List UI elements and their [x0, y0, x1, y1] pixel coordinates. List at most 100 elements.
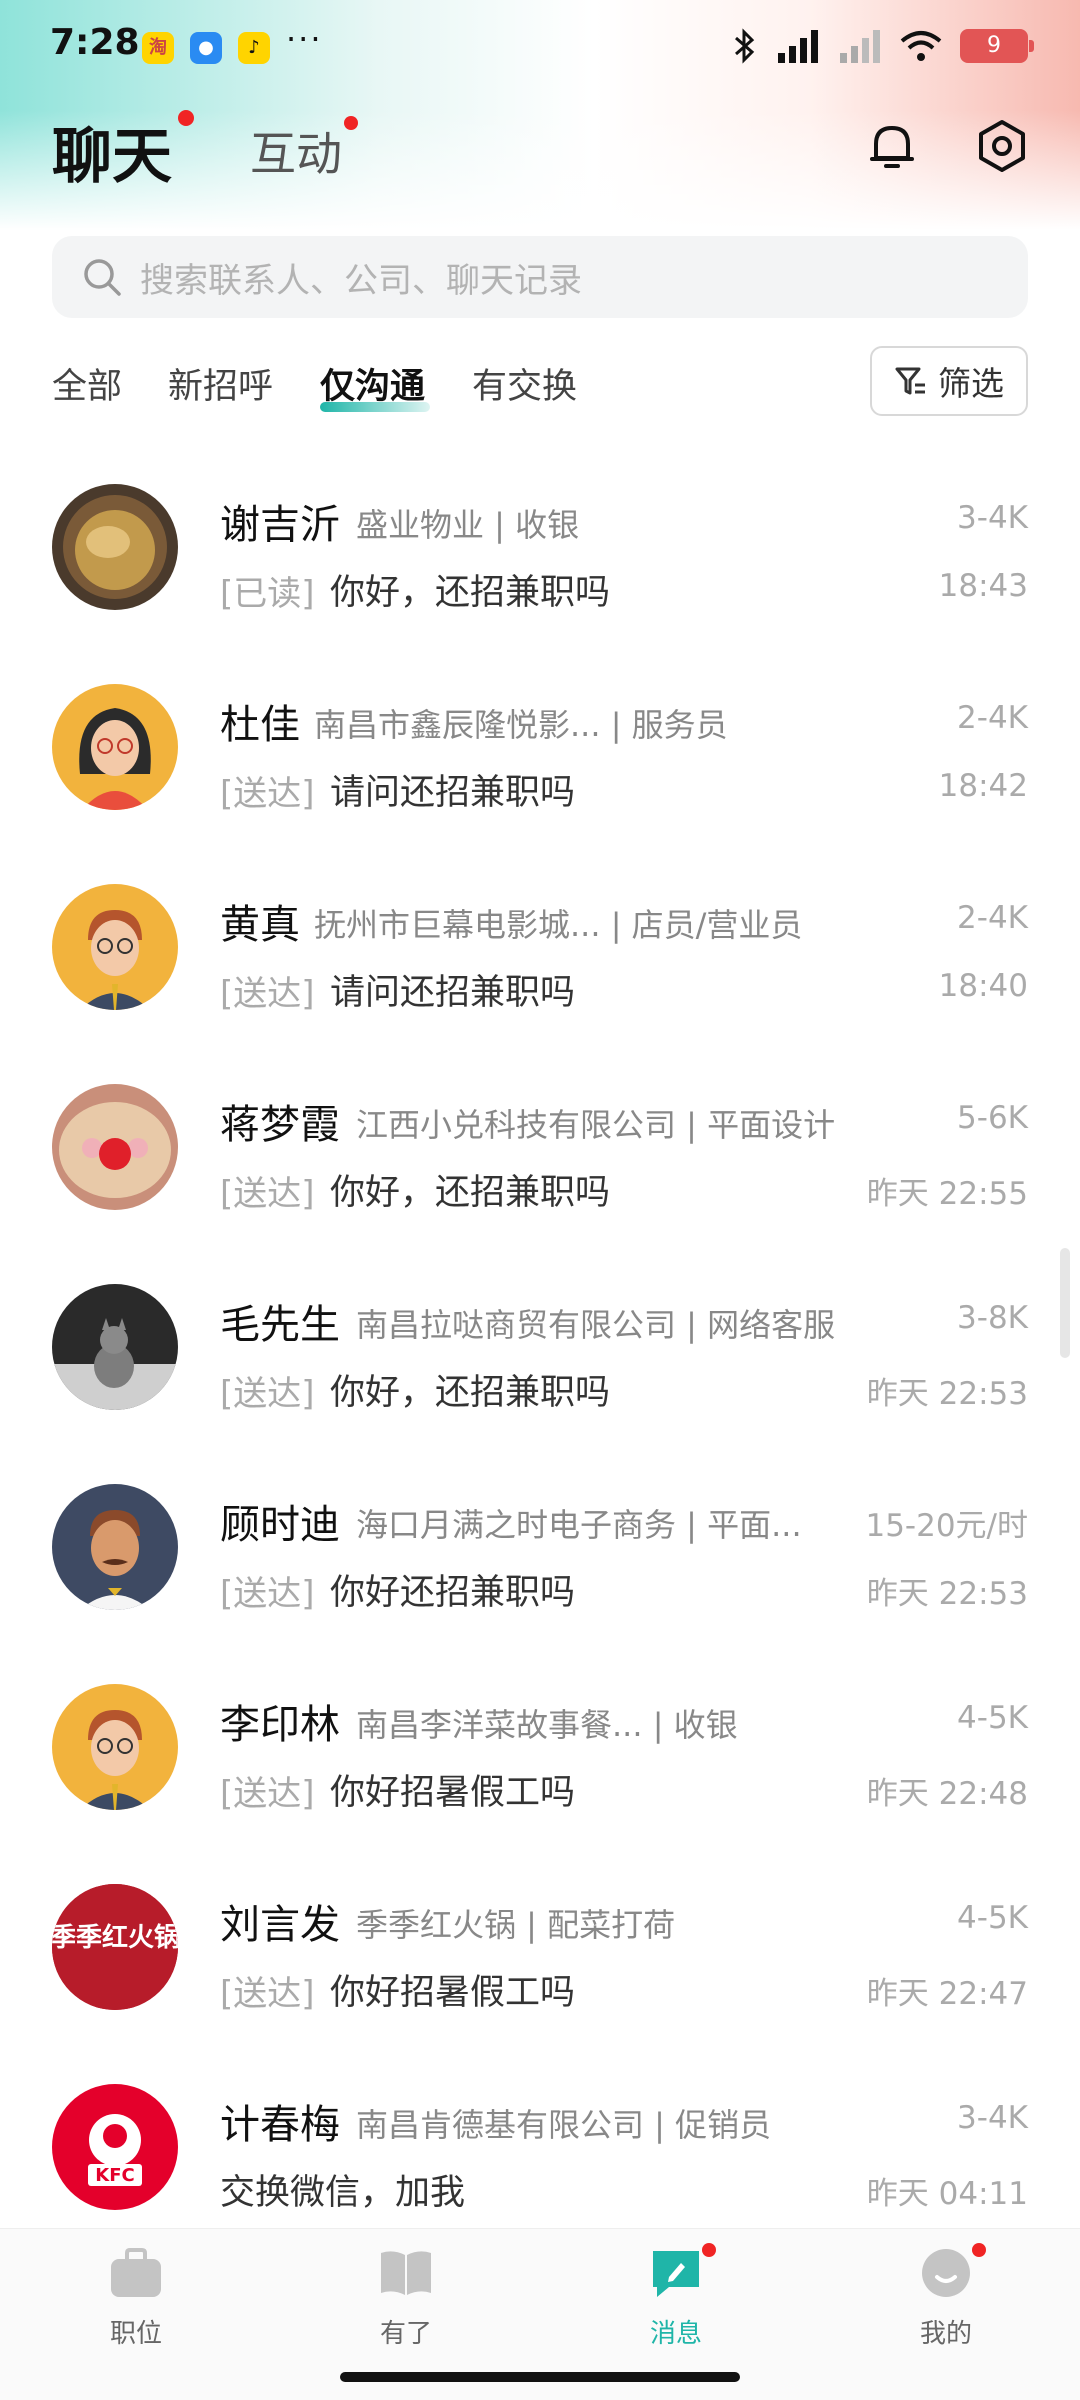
bell-icon[interactable] [862, 116, 922, 176]
salary: 3-4K [957, 2100, 1028, 2136]
company-title: 江西小兑科技有限公司 | 平面设计 [356, 1106, 836, 1144]
search-input[interactable]: 搜索联系人、公司、聊天记录 [52, 236, 1028, 318]
book-icon [381, 2251, 431, 2295]
avatar [52, 1084, 178, 1210]
nav-discover[interactable]: 有了 [336, 2247, 476, 2350]
chat-row[interactable]: 顾时迪 海口月满之时电子商务 | 平面... 15-20元/时 [送达] 你好还… [0, 1450, 1080, 1650]
message-time: 昨天 22:47 [866, 1976, 1028, 2012]
company-title: 季季红火锅 | 配菜打荷 [356, 1906, 676, 1944]
chat-row[interactable]: 蒋梦霞 江西小兑科技有限公司 | 平面设计 5-6K [送达] 你好，还招兼职吗… [0, 1050, 1080, 1250]
filter-label: 筛选 [938, 364, 1004, 403]
contact-name: 李印林 [220, 1702, 340, 1748]
read-status: [送达] [220, 1774, 315, 1814]
tab-chat-only[interactable]: 仅沟通 [320, 358, 425, 409]
filter-tabs: 全部 新招呼 仅沟通 有交换 筛选 [52, 346, 1028, 422]
chat-row[interactable]: 杜佳 南昌市鑫辰隆悦影... | 服务员 2-4K [送达] 请问还招兼职吗 1… [0, 650, 1080, 850]
home-indicator[interactable] [340, 2372, 740, 2382]
page-title[interactable]: 聊天 [52, 108, 172, 195]
page-header: 聊天 互动 [0, 96, 1080, 216]
contact-name: 毛先生 [220, 1302, 340, 1348]
salary: 3-4K [957, 500, 1028, 536]
company-title: 海口月满之时电子商务 | 平面... [356, 1506, 802, 1544]
message-time: 昨天 22:48 [866, 1776, 1028, 1812]
contact-name: 顾时迪 [220, 1502, 340, 1548]
nav-messages[interactable]: 消息 [606, 2243, 746, 2350]
salary: 4-5K [957, 1900, 1028, 1936]
last-message: 你好还招兼职吗 [330, 1573, 576, 1613]
read-status: [送达] [220, 1374, 315, 1414]
contact-name: 谢吉沂 [220, 502, 340, 548]
taobao-icon: 淘 [142, 32, 174, 64]
last-message: 你好招暑假工吗 [330, 1973, 576, 2013]
search-icon [84, 259, 121, 296]
settings-icon[interactable] [972, 116, 1032, 176]
filter-button[interactable]: 筛选 [870, 346, 1028, 416]
briefcase-icon [111, 2248, 161, 2297]
salary: 3-8K [957, 1300, 1028, 1336]
signal-icon [778, 30, 818, 63]
interaction-badge-dot [344, 116, 358, 130]
message-time: 昨天 04:11 [866, 2176, 1028, 2212]
nav-jobs[interactable]: 职位 [66, 2247, 206, 2350]
filter-icon [895, 367, 925, 395]
avatar: 季季红火锅 [52, 1884, 178, 2010]
read-status: [送达] [220, 1574, 315, 1614]
last-message: 你好，还招兼职吗 [330, 1373, 611, 1413]
message-time: 昨天 22:53 [866, 1376, 1028, 1412]
salary: 2-4K [957, 700, 1028, 736]
message-time: 18:40 [938, 968, 1028, 1004]
status-time: 7:28 [50, 22, 140, 63]
avatar-brand-text: 季季红火锅 [52, 1922, 178, 1953]
more-notifications-icon: ··· [286, 20, 323, 58]
tab-interaction[interactable]: 互动 [250, 118, 342, 184]
salary: 15-20元/时 [865, 1508, 1028, 1544]
message-time: 18:42 [938, 768, 1028, 804]
contact-name: 刘言发 [220, 1902, 340, 1948]
chat-list: 谢吉沂 盛业物业 | 收银 3-4K [已读] 你好，还招兼职吗 18:43 杜… [0, 450, 1080, 2250]
salary: 4-5K [957, 1700, 1028, 1736]
bluetooth-icon [735, 28, 755, 64]
chat-row[interactable]: 毛先生 南昌拉哒商贸有限公司 | 网络客服 3-8K [送达] 你好，还招兼职吗… [0, 1250, 1080, 1450]
nav-profile[interactable]: 我的 [876, 2243, 1016, 2350]
status-bar: 7:28 淘 ● ♪ ··· 9 [0, 0, 1080, 96]
tab-new-greetings[interactable]: 新招呼 [168, 358, 273, 409]
nav-label-jobs: 职位 [109, 2319, 162, 2349]
chat-row[interactable]: 谢吉沂 盛业物业 | 收银 3-4K [已读] 你好，还招兼职吗 18:43 [0, 450, 1080, 650]
chat-app-icon: ● [190, 32, 222, 64]
tab-all[interactable]: 全部 [52, 358, 122, 409]
message-time: 昨天 22:55 [866, 1176, 1028, 1212]
salary: 5-6K [957, 1100, 1028, 1136]
tab-exchanged[interactable]: 有交换 [472, 358, 577, 409]
read-status: [送达] [220, 1974, 315, 2014]
contact-name: 黄真 [220, 902, 300, 948]
signal-secondary-icon [840, 30, 880, 63]
company-title: 南昌拉哒商贸有限公司 | 网络客服 [356, 1306, 836, 1344]
scrollbar[interactable] [1060, 1248, 1070, 1358]
message-edit-icon [653, 2251, 699, 2297]
chat-row[interactable]: 黄真 抚州市巨幕电影城... | 店员/营业员 2-4K [送达] 请问还招兼职… [0, 850, 1080, 1050]
messages-badge-dot [702, 2243, 716, 2257]
message-time: 18:43 [938, 568, 1028, 604]
title-badge-dot [178, 110, 194, 126]
chat-row[interactable]: 季季红火锅 刘言发 季季红火锅 | 配菜打荷 4-5K [送达] 你好招暑假工吗… [0, 1850, 1080, 2050]
avatar [52, 684, 178, 810]
message-time: 昨天 22:53 [866, 1576, 1028, 1612]
avatar [52, 484, 178, 610]
contact-name: 蒋梦霞 [220, 1102, 340, 1148]
contact-name: 计春梅 [220, 2102, 340, 2148]
company-title: 南昌市鑫辰隆悦影... | 服务员 [314, 706, 728, 744]
last-message: 你好招暑假工吗 [330, 1773, 576, 1813]
nav-label-profile: 我的 [919, 2319, 972, 2349]
search-placeholder: 搜索联系人、公司、聊天记录 [140, 260, 582, 301]
profile-badge-dot [972, 2243, 986, 2257]
company-title: 南昌李洋菜故事餐... | 收银 [356, 1706, 738, 1744]
last-message: 请问还招兼职吗 [330, 973, 576, 1013]
chat-row[interactable]: 李印林 南昌李洋菜故事餐... | 收银 4-5K [送达] 你好招暑假工吗 昨… [0, 1650, 1080, 1850]
battery-indicator: 9 [960, 29, 1034, 63]
avatar [52, 1684, 178, 1810]
profile-face-icon [922, 2249, 970, 2297]
contact-name: 杜佳 [220, 702, 300, 748]
chat-row[interactable]: KFC 计春梅 南昌肯德基有限公司 | 促销员 3-4K 交换微信，加我 昨天 … [0, 2050, 1080, 2250]
company-title: 盛业物业 | 收银 [356, 506, 580, 544]
read-status: [已读] [220, 574, 315, 614]
